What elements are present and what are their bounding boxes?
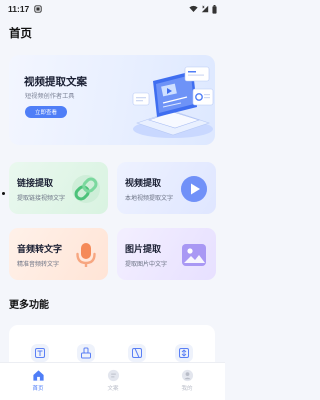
tab-home[interactable]: 首页: [13, 369, 63, 399]
tab-profile[interactable]: 我的: [162, 369, 212, 399]
banner-cta-button[interactable]: 立即查看: [25, 106, 67, 118]
wifi-icon: [189, 5, 198, 12]
more-item-text-doc[interactable]: [31, 344, 49, 362]
more-item-video-crop[interactable]: [128, 344, 146, 362]
feature-card-subtitle: 提取图片中文字: [125, 261, 168, 268]
feature-card-audio-to-text[interactable]: 音频转文字 精准音频转文字: [9, 228, 108, 280]
feature-card-subtitle: 本地视频提取文字: [125, 195, 174, 202]
feature-card-title: 链接提取: [17, 179, 54, 189]
video-crop-icon: [132, 348, 142, 358]
feature-card-image-extract[interactable]: 图片提取 提取图片中文字: [117, 228, 216, 280]
feature-card-subtitle: 精准音频转文字: [17, 261, 60, 268]
link-icon: [72, 175, 100, 203]
compress-icon: [179, 348, 189, 358]
battery-icon: [212, 4, 217, 14]
banner-subtitle: 短视频创作者工具: [25, 93, 75, 100]
banner-illustration: [132, 66, 214, 138]
feature-card-video-extract[interactable]: 视频提取 本地视频提取文字: [117, 162, 216, 214]
play-icon: [181, 176, 207, 202]
page-title: 首页: [9, 26, 32, 40]
text-doc-icon: [35, 348, 45, 358]
microphone-icon: [76, 243, 96, 267]
profile-icon: [181, 369, 193, 382]
banner-title: 视频提取文案: [24, 76, 87, 88]
status-time: 11:17: [8, 4, 30, 14]
status-bar: 11:17: [0, 0, 225, 18]
more-item-compress[interactable]: [175, 344, 193, 362]
feature-card-link-extract[interactable]: 链接提取 提取链接视频文字: [9, 162, 108, 214]
bottom-tab-bar: 首页 文案 我的: [0, 362, 225, 400]
signal-icon: [201, 5, 209, 13]
more-item-extract[interactable]: [77, 344, 95, 362]
feature-card-title: 音频转文字: [17, 245, 63, 255]
more-features-title: 更多功能: [9, 300, 49, 311]
document-icon: [107, 369, 119, 382]
home-icon: [32, 370, 44, 381]
tab-copywriting[interactable]: 文案: [88, 369, 138, 399]
feature-card-title: 视频提取: [125, 179, 162, 189]
tab-label: 文案: [107, 386, 119, 392]
tab-label: 首页: [32, 386, 44, 392]
tab-label: 我的: [181, 386, 193, 392]
feature-card-subtitle: 提取链接视频文字: [17, 195, 66, 202]
bullet-dot: [2, 192, 5, 195]
extract-icon: [81, 347, 91, 359]
notification-icon: [34, 5, 42, 13]
image-icon: [182, 244, 206, 266]
feature-card-title: 图片提取: [125, 245, 162, 255]
promo-banner[interactable]: 视频提取文案 短视频创作者工具 立即查看: [9, 55, 215, 145]
